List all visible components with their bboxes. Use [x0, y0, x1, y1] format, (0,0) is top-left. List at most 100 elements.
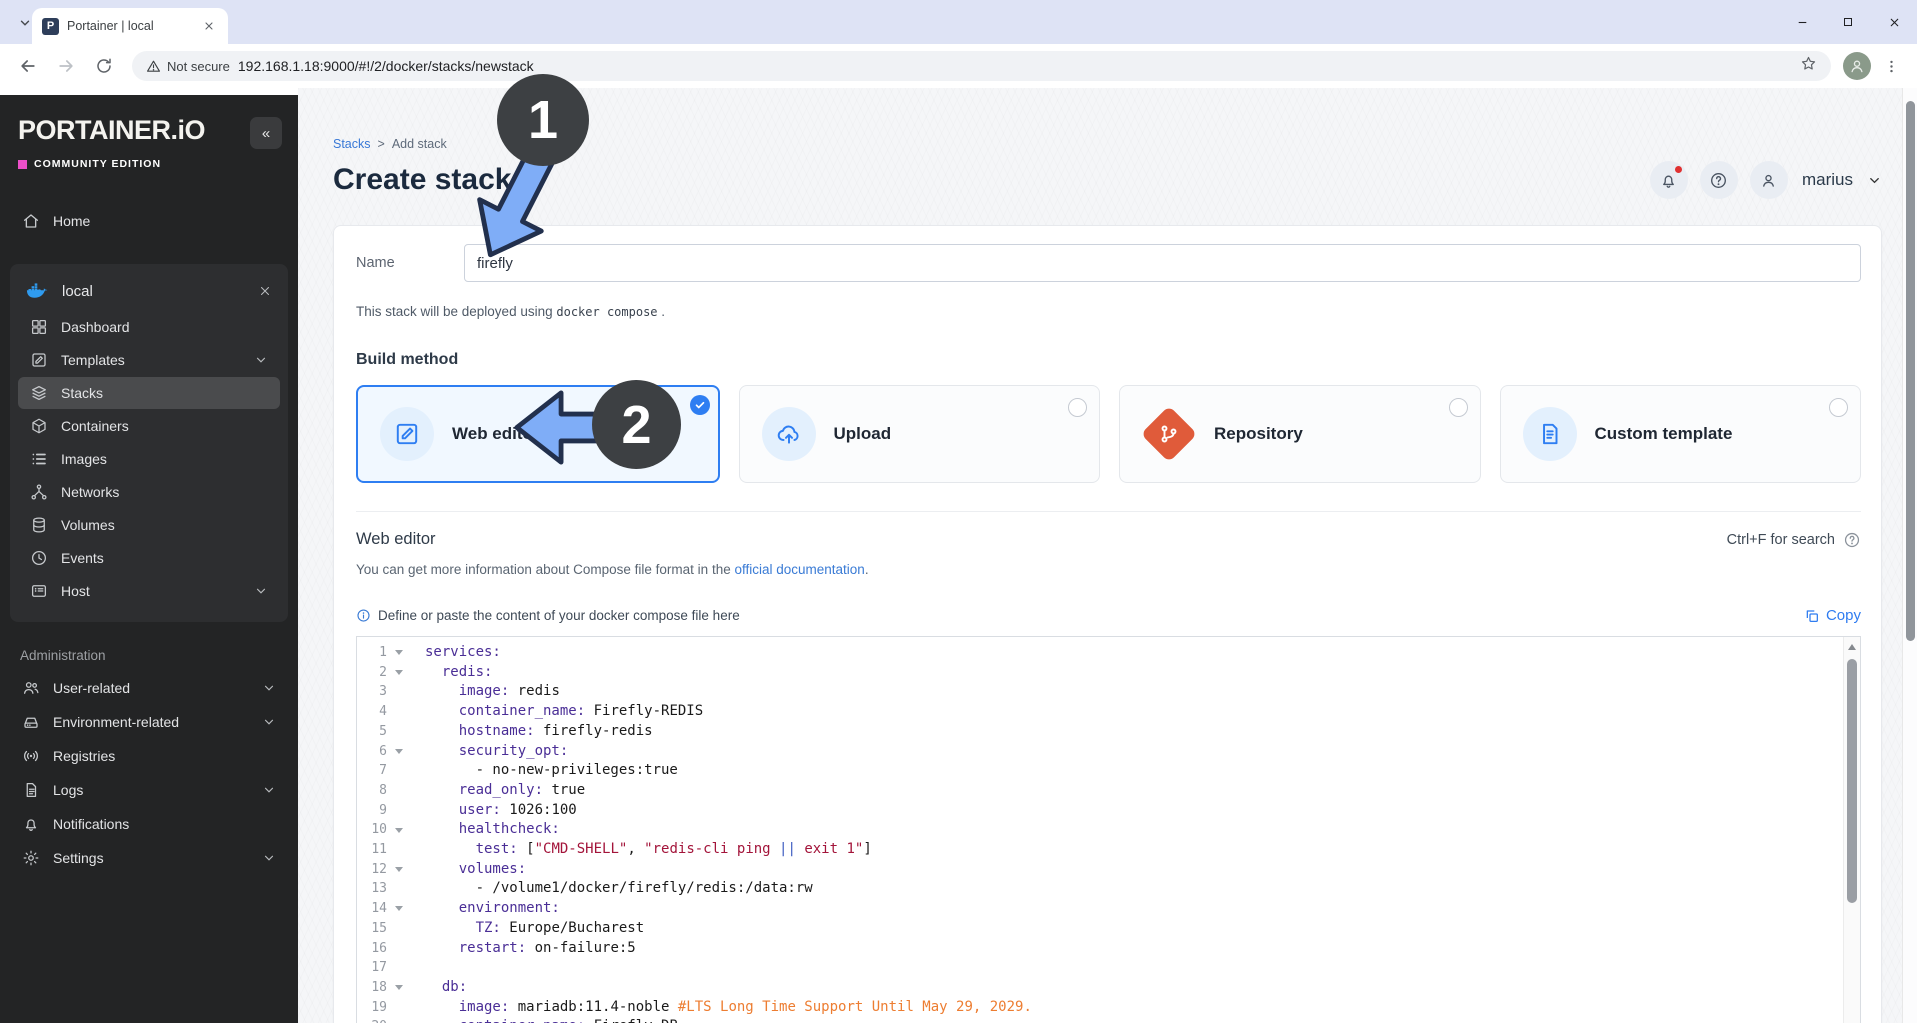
- fold-arrow-icon[interactable]: [395, 670, 403, 676]
- code-line[interactable]: 1 services:: [357, 643, 1836, 663]
- code-line[interactable]: 11 test: ["CMD-SHELL", "redis-cli ping |…: [357, 840, 1836, 860]
- chevron-down-icon: [262, 681, 276, 695]
- sidebar-item-host[interactable]: Host: [18, 575, 280, 607]
- sidebar-item-environment-related[interactable]: Environment-related: [10, 705, 288, 739]
- code-line[interactable]: 8 read_only: true: [357, 781, 1836, 801]
- sidebar-item-events[interactable]: Events: [18, 542, 280, 574]
- code-text: security_opt:: [458, 742, 569, 759]
- not-secure-chip[interactable]: Not secure: [146, 59, 230, 74]
- code-text: redis:: [441, 663, 493, 680]
- refresh-icon[interactable]: [523, 170, 544, 191]
- sidebar-item-stacks[interactable]: Stacks: [18, 377, 280, 409]
- sidebar-item-registries[interactable]: Registries: [10, 739, 288, 773]
- help-button[interactable]: [1699, 161, 1738, 199]
- official-documentation-link[interactable]: official documentation: [734, 562, 864, 577]
- fold-arrow-icon[interactable]: [395, 827, 403, 833]
- environment-close-icon[interactable]: [258, 284, 272, 298]
- build-method-web-editor[interactable]: Web editor: [356, 385, 720, 483]
- sidebar-item-home[interactable]: Home: [10, 204, 288, 238]
- images-icon: [30, 450, 48, 468]
- editor-scroll-thumb[interactable]: [1847, 659, 1857, 903]
- code-line[interactable]: 20 container_name: Firefly-DB: [357, 1017, 1836, 1023]
- line-gutter: 8: [357, 781, 415, 801]
- sidebar-item-user-related[interactable]: User-related: [10, 671, 288, 705]
- code-line[interactable]: 9 user: 1026:100: [357, 801, 1836, 821]
- line-gutter: 11: [357, 840, 415, 860]
- code-line[interactable]: 17: [357, 958, 1836, 978]
- method-radio[interactable]: [1448, 398, 1468, 417]
- tab-close-icon[interactable]: [200, 17, 218, 35]
- copy-button[interactable]: Copy: [1804, 607, 1861, 624]
- method-radio[interactable]: [1829, 398, 1848, 417]
- browser-toolbar: Not secure 192.168.1.18:9000/#!/2/docker…: [0, 44, 1917, 88]
- sidebar-item-logs[interactable]: Logs: [10, 773, 288, 807]
- templates-icon: [30, 351, 48, 369]
- search-help-icon[interactable]: [1843, 531, 1861, 549]
- code-line[interactable]: 16 restart: on-failure:5: [357, 939, 1836, 959]
- editor-scrollbar[interactable]: [1843, 637, 1860, 1023]
- code-line[interactable]: 10 healthcheck:: [357, 820, 1836, 840]
- sidebar-item-notifications[interactable]: Notifications: [10, 807, 288, 841]
- fold-arrow-icon[interactable]: [395, 867, 403, 873]
- browser-tab[interactable]: P Portainer | local: [32, 8, 228, 44]
- host-icon: [30, 582, 48, 600]
- user-chevron-down-icon[interactable]: [1867, 173, 1882, 188]
- code-line[interactable]: 4 container_name: Firefly-REDIS: [357, 702, 1836, 722]
- fold-arrow-icon[interactable]: [395, 906, 403, 912]
- browser-profile-avatar[interactable]: [1843, 52, 1871, 80]
- code-text: healthcheck:: [458, 821, 560, 838]
- code-line[interactable]: 3 image: redis: [357, 682, 1836, 702]
- url-bar[interactable]: Not secure 192.168.1.18:9000/#!/2/docker…: [132, 51, 1831, 81]
- bell-icon: [22, 815, 40, 833]
- fold-arrow-icon[interactable]: [395, 985, 403, 991]
- build-method-repository[interactable]: Repository: [1119, 385, 1481, 483]
- code-line[interactable]: 12 volumes:: [357, 860, 1836, 880]
- reload-icon[interactable]: [88, 50, 120, 82]
- code-line[interactable]: 13 - /volume1/docker/firefly/redis:/data…: [357, 879, 1836, 899]
- window-close-icon[interactable]: [1871, 0, 1917, 44]
- minimize-icon[interactable]: [1779, 0, 1825, 44]
- stack-name-input[interactable]: [464, 244, 1861, 282]
- bookmark-star-icon[interactable]: [1800, 55, 1817, 77]
- method-radio[interactable]: [1068, 398, 1087, 417]
- sidebar-item-containers[interactable]: Containers: [18, 410, 280, 442]
- build-method-upload[interactable]: Upload: [738, 385, 1100, 483]
- sidebar-collapse-button[interactable]: «: [250, 117, 282, 149]
- compose-code-editor[interactable]: 1 services: 2 redis: 3 image: redis 4 contai…: [356, 636, 1861, 1023]
- sidebar-item-settings[interactable]: Settings: [10, 841, 288, 875]
- build-method-custom-template[interactable]: Custom template: [1499, 385, 1861, 483]
- code-line[interactable]: 19 image: mariadb:11.4-noble #LTS Long T…: [357, 998, 1836, 1018]
- page-scrollbar[interactable]: [1902, 88, 1917, 1023]
- environment-header[interactable]: local: [16, 272, 282, 310]
- code-line[interactable]: 7 - no-new-privileges:true: [357, 761, 1836, 781]
- breadcrumb-stacks-link[interactable]: Stacks: [333, 137, 371, 151]
- sidebar-item-volumes[interactable]: Volumes: [18, 509, 280, 541]
- line-gutter: 1: [357, 643, 415, 663]
- method-label: Repository: [1214, 424, 1303, 443]
- notifications-button[interactable]: [1649, 161, 1688, 199]
- line-number: 18: [371, 979, 387, 995]
- code-line[interactable]: 18 db:: [357, 978, 1836, 998]
- sidebar-item-images[interactable]: Images: [18, 443, 280, 475]
- forward-icon[interactable]: [50, 50, 82, 82]
- sidebar-item-templates[interactable]: Templates: [18, 344, 280, 376]
- line-gutter: 20: [357, 1017, 415, 1023]
- code-line[interactable]: 14 environment:: [357, 899, 1836, 919]
- browser-menu-icon[interactable]: [1877, 52, 1905, 80]
- user-menu-button[interactable]: [1749, 161, 1788, 199]
- code-line[interactable]: 6 security_opt:: [357, 742, 1836, 762]
- code-line[interactable]: 5 hostname: firefly-redis: [357, 722, 1836, 742]
- page-scroll-thumb[interactable]: [1905, 101, 1915, 641]
- line-gutter: 13: [357, 879, 415, 899]
- code-line[interactable]: 2 redis:: [357, 663, 1836, 683]
- line-number: 13: [371, 881, 387, 897]
- fold-arrow-icon[interactable]: [395, 748, 403, 754]
- sidebar-item-dashboard[interactable]: Dashboard: [18, 311, 280, 343]
- code-line[interactable]: 15 TZ: Europe/Bucharest: [357, 919, 1836, 939]
- back-icon[interactable]: [12, 50, 44, 82]
- maximize-icon[interactable]: [1825, 0, 1871, 44]
- sidebar-item-networks[interactable]: Networks: [18, 476, 280, 508]
- fold-arrow-icon[interactable]: [395, 650, 403, 656]
- editor-scroll-up-icon[interactable]: [1848, 644, 1856, 650]
